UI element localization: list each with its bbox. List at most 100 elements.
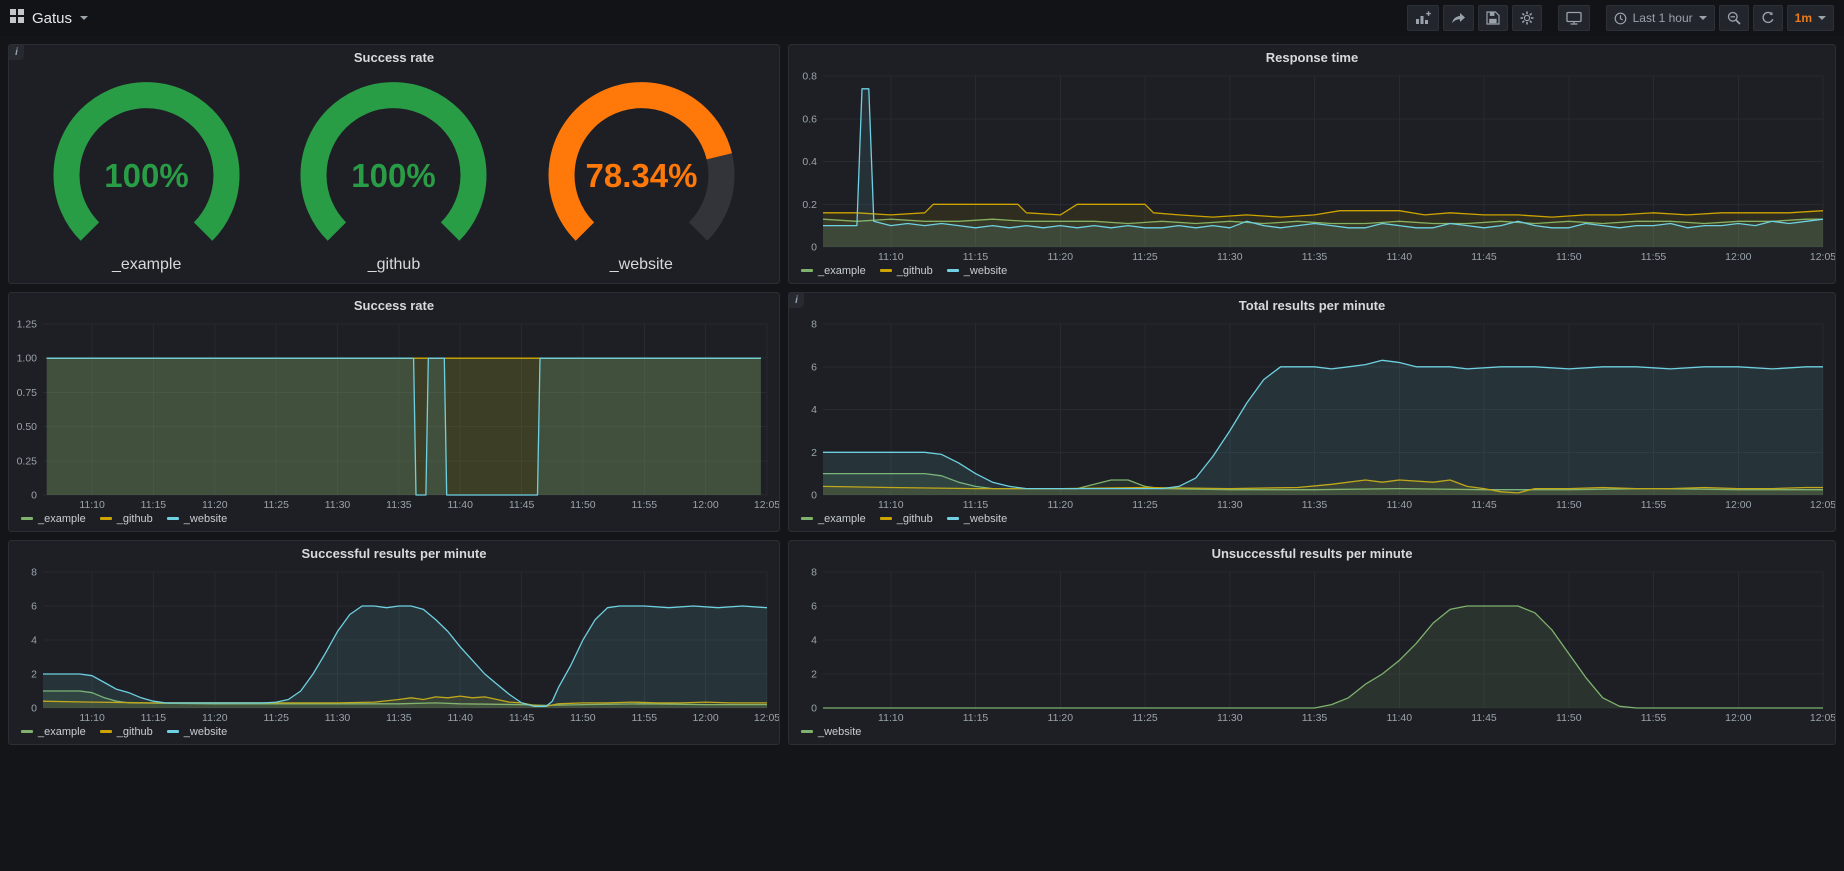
chart-canvas[interactable]: 00.20.40.60.811:1011:1511:2011:2511:3011… xyxy=(789,70,1835,263)
apps-grid-icon[interactable] xyxy=(10,9,24,28)
series-area-_website xyxy=(823,360,1823,495)
svg-text:0.25: 0.25 xyxy=(17,455,38,467)
series-group xyxy=(823,89,1823,247)
svg-text:11:20: 11:20 xyxy=(202,712,228,724)
panel-unsuccessful-results: Unsuccessful results per minute 0246811:… xyxy=(788,540,1836,745)
legend-series-name: _example xyxy=(38,726,86,738)
legend-item-_github[interactable]: _github xyxy=(880,265,933,277)
panel-header[interactable]: Success rate xyxy=(9,293,779,318)
panel-header[interactable]: Success rate xyxy=(9,45,779,70)
legend-item-_website[interactable]: _website xyxy=(167,513,227,525)
panel-header[interactable]: Successful results per minute xyxy=(9,541,779,566)
legend-swatch xyxy=(947,269,959,272)
legend-series-name: _website xyxy=(964,265,1007,277)
legend-item-_github[interactable]: _github xyxy=(100,513,153,525)
time-range-picker[interactable]: Last 1 hour xyxy=(1606,5,1715,31)
svg-text:11:15: 11:15 xyxy=(141,499,167,511)
svg-text:11:30: 11:30 xyxy=(1217,499,1243,511)
legend-series-name: _website xyxy=(184,513,227,525)
legend-swatch xyxy=(801,517,813,520)
legend-item-_website[interactable]: _website xyxy=(947,513,1007,525)
panel-header[interactable]: Unsuccessful results per minute xyxy=(789,541,1835,566)
legend-item-_github[interactable]: _github xyxy=(880,513,933,525)
svg-text:0: 0 xyxy=(811,490,817,502)
gridlines: 0246811:1011:1511:2011:2511:3011:3511:40… xyxy=(811,567,1835,725)
top-navbar: Gatus xyxy=(0,0,1844,36)
refresh-interval-picker[interactable]: 1m xyxy=(1787,5,1834,31)
response-time-chart[interactable]: 00.20.40.60.811:1011:1511:2011:2511:3011… xyxy=(789,70,1835,263)
svg-text:0.4: 0.4 xyxy=(802,156,817,168)
svg-text:12:05: 12:05 xyxy=(1810,499,1835,511)
zoom-out-button[interactable] xyxy=(1719,5,1749,31)
panel-success-rate-series: Success rate 00.250.500.751.001.2511:101… xyxy=(8,292,780,532)
gauge-svg: 100% xyxy=(270,79,517,251)
panel-success-rate-gauges: i Success rate 100% _example 100% _githu… xyxy=(8,44,780,284)
svg-text:11:40: 11:40 xyxy=(1387,251,1413,263)
chart-canvas[interactable]: 0246811:1011:1511:2011:2511:3011:3511:40… xyxy=(789,318,1835,511)
save-button[interactable] xyxy=(1478,5,1508,31)
panel-title-text: Successful results per minute xyxy=(302,546,487,561)
series-line-_website xyxy=(823,606,1823,708)
svg-text:11:40: 11:40 xyxy=(447,712,473,724)
svg-text:11:40: 11:40 xyxy=(447,499,473,511)
legend-item-_website[interactable]: _website xyxy=(947,265,1007,277)
svg-text:1.00: 1.00 xyxy=(17,353,38,365)
chart-canvas[interactable]: 0246811:1011:1511:2011:2511:3011:3511:40… xyxy=(789,566,1835,724)
panel-total-results: i Total results per minute 0246811:1011:… xyxy=(788,292,1836,532)
gauge-github: 100% _github xyxy=(270,79,517,274)
svg-text:0: 0 xyxy=(31,490,37,502)
panel-title-text: Success rate xyxy=(354,50,434,65)
panel-info-icon[interactable]: i xyxy=(9,45,24,60)
legend-item-_example[interactable]: _example xyxy=(801,265,866,277)
svg-text:0.50: 0.50 xyxy=(17,421,38,433)
dashboard-grid: i Success rate 100% _example 100% _githu… xyxy=(0,36,1844,753)
chart-canvas[interactable]: 0246811:1011:1511:2011:2511:3011:3511:40… xyxy=(9,566,779,724)
legend-series-name: _github xyxy=(897,513,933,525)
legend-item-_example[interactable]: _example xyxy=(21,513,86,525)
svg-text:8: 8 xyxy=(811,567,817,579)
legend-item-_example[interactable]: _example xyxy=(801,513,866,525)
cycle-view-button[interactable] xyxy=(1558,5,1590,31)
panel-title-text: Total results per minute xyxy=(1239,298,1385,313)
dashboard-title[interactable]: Gatus xyxy=(32,10,72,27)
svg-text:2: 2 xyxy=(811,669,817,681)
svg-text:4: 4 xyxy=(811,404,817,416)
svg-text:4: 4 xyxy=(31,635,37,647)
panel-header[interactable]: Total results per minute xyxy=(789,293,1835,318)
legend-item-_website[interactable]: _website xyxy=(801,726,861,738)
svg-text:6: 6 xyxy=(31,601,37,613)
legend-item-_github[interactable]: _github xyxy=(100,726,153,738)
gauges-row: 100% _example 100% _github 78.34% _websi… xyxy=(9,70,779,283)
svg-text:11:50: 11:50 xyxy=(570,712,596,724)
unsuccessful-results-chart[interactable]: 0246811:1011:1511:2011:2511:3011:3511:40… xyxy=(789,566,1835,724)
svg-text:11:30: 11:30 xyxy=(325,712,351,724)
svg-text:11:30: 11:30 xyxy=(325,499,351,511)
svg-text:8: 8 xyxy=(31,567,37,579)
svg-text:12:05: 12:05 xyxy=(754,499,779,511)
successful-results-chart[interactable]: 0246811:1011:1511:2011:2511:3011:3511:40… xyxy=(9,566,779,724)
panel-header[interactable]: Response time xyxy=(789,45,1835,70)
legend-swatch xyxy=(880,269,892,272)
success-rate-chart[interactable]: 00.250.500.751.001.2511:1011:1511:2011:2… xyxy=(9,318,779,511)
dashboard-dropdown-caret-icon[interactable] xyxy=(80,16,88,20)
svg-text:11:15: 11:15 xyxy=(963,499,989,511)
svg-text:11:20: 11:20 xyxy=(1048,251,1074,263)
svg-text:11:15: 11:15 xyxy=(963,251,989,263)
svg-text:0.8: 0.8 xyxy=(802,71,817,83)
legend-item-_example[interactable]: _example xyxy=(21,726,86,738)
settings-button[interactable] xyxy=(1512,5,1542,31)
refresh-button[interactable] xyxy=(1753,5,1783,31)
time-range-caret-icon xyxy=(1699,16,1707,20)
add-panel-button[interactable] xyxy=(1407,5,1439,31)
svg-text:11:30: 11:30 xyxy=(1217,251,1243,263)
gauge-example: 100% _example xyxy=(23,79,270,274)
svg-text:12:05: 12:05 xyxy=(1810,712,1835,724)
refresh-interval-caret-icon xyxy=(1818,16,1826,20)
zoom-out-icon xyxy=(1727,11,1741,25)
panel-info-icon[interactable]: i xyxy=(789,293,804,308)
legend-item-_website[interactable]: _website xyxy=(167,726,227,738)
share-button[interactable] xyxy=(1443,5,1474,31)
svg-text:11:25: 11:25 xyxy=(1132,251,1158,263)
total-results-chart[interactable]: 0246811:1011:1511:2011:2511:3011:3511:40… xyxy=(789,318,1835,511)
chart-canvas[interactable]: 00.250.500.751.001.2511:1011:1511:2011:2… xyxy=(9,318,779,511)
